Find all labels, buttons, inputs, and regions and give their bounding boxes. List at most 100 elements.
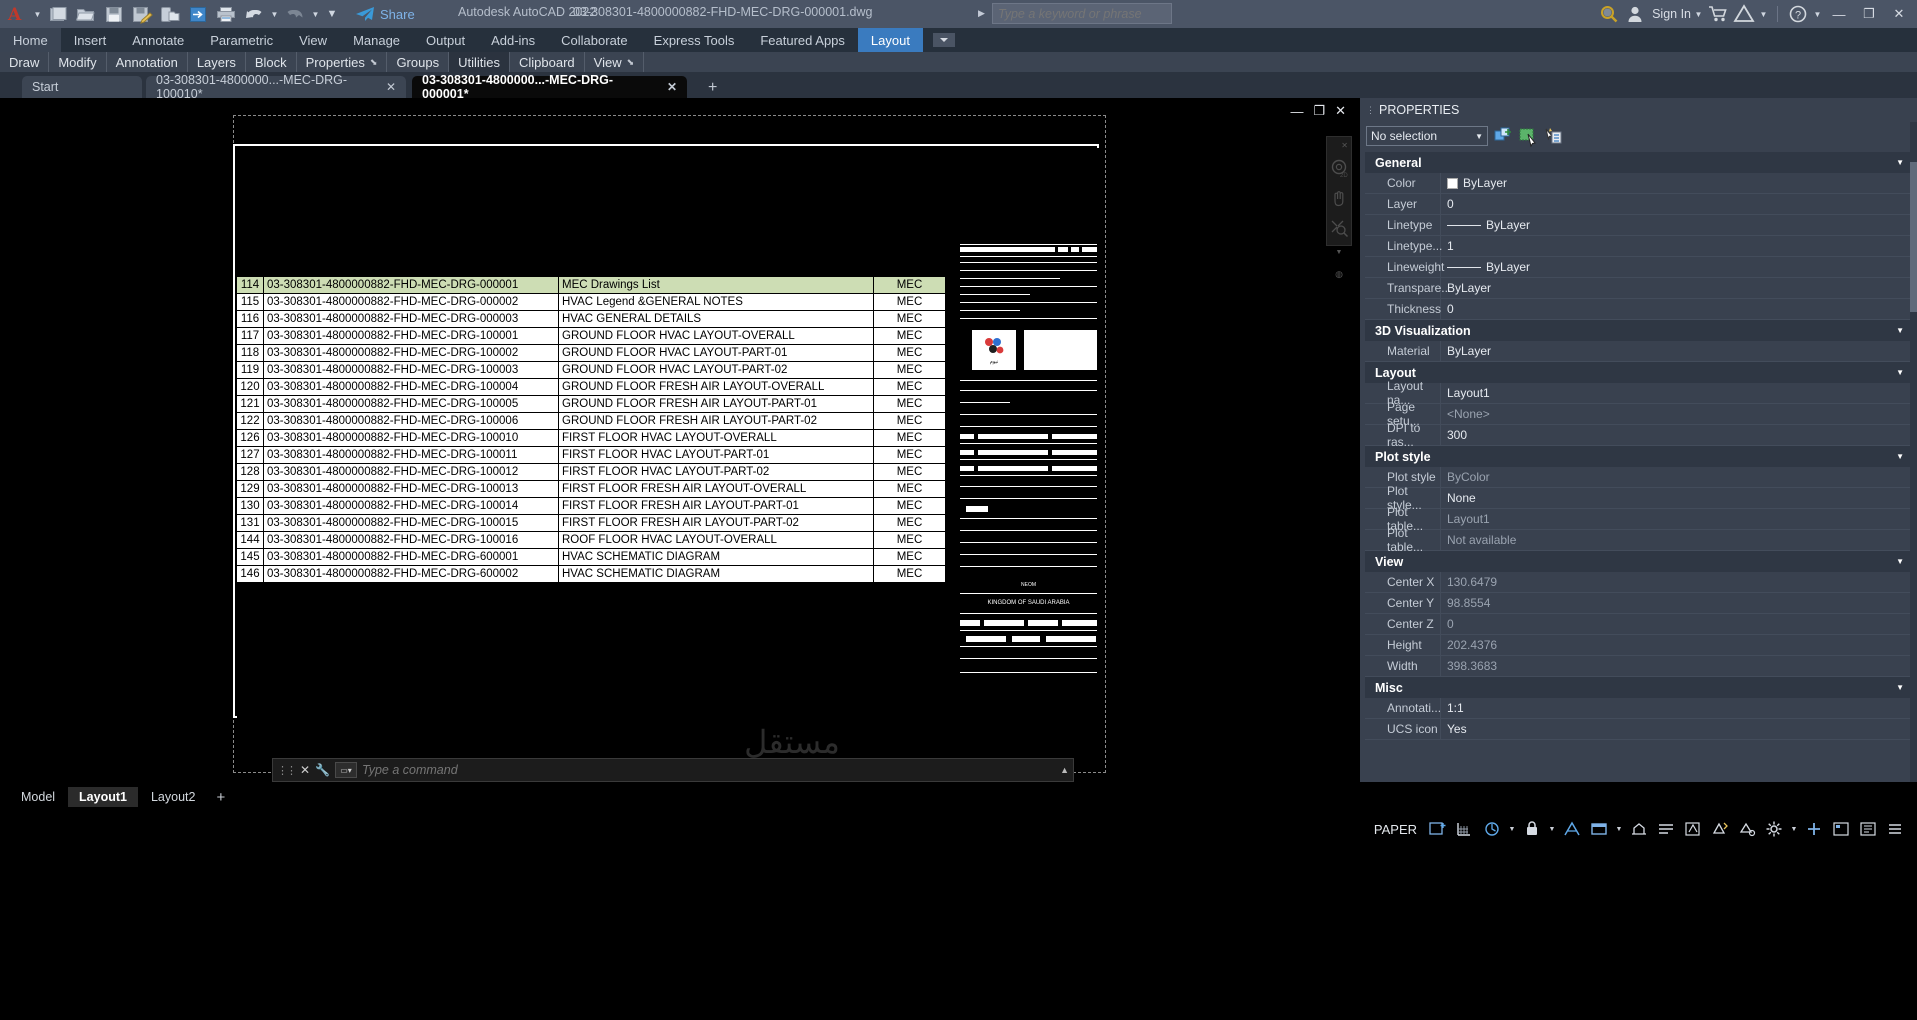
workspace-caret-icon[interactable]: ▼ — [1614, 817, 1624, 841]
settings-caret-icon[interactable]: ▼ — [1789, 817, 1799, 841]
ribbon-tab-collaborate[interactable]: Collaborate — [548, 28, 641, 52]
table-row[interactable]: 116 03-308301-4800000882-FHD-MEC-DRG-0000… — [236, 310, 946, 328]
ribbon-panel-clipboard[interactable]: Clipboard — [510, 52, 585, 72]
table-row[interactable]: 128 03-308301-4800000882-FHD-MEC-DRG-1000… — [236, 463, 946, 481]
table-row[interactable]: 130 03-308301-4800000882-FHD-MEC-DRG-1000… — [236, 497, 946, 515]
property-row[interactable]: Lineweight ByLayer — [1365, 257, 1912, 278]
ribbon-tab-layout[interactable]: Layout — [857, 28, 923, 52]
chevron-down-icon[interactable]: ▼ — [1896, 452, 1904, 461]
property-row[interactable]: Center X 130.6479 — [1365, 572, 1912, 593]
isolate-objects-icon[interactable] — [1654, 817, 1678, 841]
properties-group-view[interactable]: View ▼ — [1365, 551, 1912, 572]
chevron-down-icon[interactable] — [932, 33, 955, 47]
ribbon-panel-annotation[interactable]: Annotation — [107, 52, 188, 72]
select-objects-icon[interactable] — [1518, 126, 1538, 148]
ribbon-tab-view[interactable]: View — [286, 28, 340, 52]
autodesk-app-caret-icon[interactable]: ▼ — [1758, 2, 1769, 26]
close-button[interactable]: ✕ — [1885, 0, 1913, 28]
property-row[interactable]: Center Z 0 — [1365, 614, 1912, 635]
table-row[interactable]: 117 03-308301-4800000882-FHD-MEC-DRG-1000… — [236, 327, 946, 345]
workspace-icon[interactable] — [1587, 817, 1611, 841]
help-search-input[interactable] — [993, 4, 1171, 23]
property-value-cell[interactable]: ByLayer — [1441, 341, 1912, 361]
save-to-web-icon[interactable] — [157, 2, 183, 26]
file-tab-0[interactable]: Start — [22, 76, 142, 98]
units-icon[interactable] — [1735, 817, 1759, 841]
command-line-settings-icon[interactable]: 🔧 — [315, 763, 330, 777]
property-row[interactable]: Plot table... Not available — [1365, 526, 1912, 554]
drawing-close-button[interactable]: ✕ — [1335, 103, 1346, 119]
search-icon[interactable] — [1597, 2, 1621, 26]
command-line[interactable]: ⋮⋮ ✕ 🔧 ▭▾ ▲ — [272, 758, 1074, 782]
layout-tab-layout2[interactable]: Layout2 — [140, 787, 206, 807]
table-row[interactable]: 146 03-308301-4800000882-FHD-MEC-DRG-6000… — [236, 565, 946, 583]
property-row[interactable]: Linetype... 1 — [1365, 236, 1912, 257]
plot-icon[interactable] — [213, 2, 239, 26]
steering-wheel-icon[interactable]: 2D — [1330, 159, 1348, 180]
command-line-grip[interactable]: ⋮⋮ — [277, 764, 297, 777]
property-value-cell[interactable]: ByColor — [1441, 467, 1912, 487]
property-row[interactable]: Layout na... Layout1 — [1365, 379, 1912, 407]
property-value-cell[interactable]: 0 — [1441, 614, 1912, 634]
property-value-cell[interactable]: ByLayer — [1441, 278, 1912, 298]
chevron-down-icon[interactable]: ▼ — [1896, 557, 1904, 566]
property-row[interactable]: Plot style... None — [1365, 484, 1912, 512]
drawing-list-table[interactable]: 114 03-308301-4800000882-FHD-MEC-DRG-0000… — [236, 276, 946, 583]
annotation-visibility-icon[interactable] — [1560, 817, 1584, 841]
command-line-close-icon[interactable]: ✕ — [300, 763, 310, 777]
pan-hand-icon[interactable] — [1330, 189, 1348, 210]
ribbon-tab-manage[interactable]: Manage — [340, 28, 413, 52]
property-value-cell[interactable]: ByLayer — [1441, 173, 1912, 193]
chevron-down-icon[interactable]: ▼ — [1896, 326, 1904, 335]
hardware-accel-icon[interactable] — [1627, 817, 1651, 841]
table-row[interactable]: 122 03-308301-4800000882-FHD-MEC-DRG-1000… — [236, 412, 946, 430]
user-avatar-icon[interactable] — [1623, 2, 1647, 26]
property-value-cell[interactable]: Layout1 — [1441, 383, 1912, 403]
property-row[interactable]: Thickness 0 — [1365, 299, 1912, 320]
property-row[interactable]: Center Y 98.8554 — [1365, 593, 1912, 614]
navbar-more-caret-icon[interactable]: ▼ — [1336, 249, 1343, 256]
clean-screen-icon[interactable] — [1856, 817, 1880, 841]
restore-button[interactable]: ❐ — [1855, 0, 1883, 28]
annotation-scale-icon[interactable] — [1681, 817, 1705, 841]
panel-expand-icon[interactable]: ⬊ — [627, 57, 635, 68]
help-search-box[interactable] — [992, 3, 1172, 24]
table-row[interactable]: 118 03-308301-4800000882-FHD-MEC-DRG-1000… — [236, 344, 946, 362]
ribbon-panel-layers[interactable]: Layers — [188, 52, 246, 72]
command-prompt-icon[interactable]: ▭▾ — [335, 762, 358, 778]
new-file-tab-button[interactable]: + — [708, 79, 717, 97]
property-value-cell[interactable]: 0 — [1441, 299, 1912, 319]
chevron-down-icon[interactable]: ▼ — [1896, 158, 1904, 167]
share-button[interactable]: Share — [349, 2, 421, 26]
property-value-cell[interactable]: None — [1441, 488, 1912, 508]
table-row[interactable]: 119 03-308301-4800000882-FHD-MEC-DRG-1000… — [236, 361, 946, 379]
table-row[interactable]: 120 03-308301-4800000882-FHD-MEC-DRG-1000… — [236, 378, 946, 396]
table-row[interactable]: 129 03-308301-4800000882-FHD-MEC-DRG-1000… — [236, 480, 946, 498]
table-row[interactable]: 145 03-308301-4800000882-FHD-MEC-DRG-6000… — [236, 548, 946, 566]
drawing-minimize-button[interactable]: — — [1290, 104, 1303, 119]
undo-caret-icon[interactable]: ▼ — [269, 2, 280, 26]
property-row[interactable]: Layer 0 — [1365, 194, 1912, 215]
property-value-cell[interactable]: 202.4376 — [1441, 635, 1912, 655]
property-row[interactable]: Color ByLayer — [1365, 173, 1912, 194]
property-value-cell[interactable]: 1 — [1441, 236, 1912, 256]
property-row[interactable]: Height 202.4376 — [1365, 635, 1912, 656]
ribbon-panel-groups[interactable]: Groups — [387, 52, 450, 72]
file-tab-1[interactable]: 03-308301-4800000...-MEC-DRG-100010* ✕ — [146, 73, 406, 101]
file-tab-close-icon[interactable]: ✕ — [667, 80, 677, 94]
property-row[interactable]: UCS icon Yes — [1365, 719, 1912, 740]
grid-display-icon[interactable] — [1453, 817, 1477, 841]
import-icon[interactable] — [185, 2, 211, 26]
ribbon-tab-featured-apps[interactable]: Featured Apps — [747, 28, 858, 52]
help-icon[interactable]: ? — [1786, 2, 1810, 26]
ribbon-tab-express-tools[interactable]: Express Tools — [641, 28, 748, 52]
chevron-down-icon[interactable]: ▼ — [1896, 368, 1904, 377]
ribbon-panel-view[interactable]: View ⬊ — [585, 52, 645, 72]
navigation-bar[interactable]: ✕ 2D ▼ ◍ — [1326, 136, 1352, 279]
property-row[interactable]: Width 398.3683 — [1365, 656, 1912, 677]
property-row[interactable]: Linetype ByLayer — [1365, 215, 1912, 236]
command-history-caret-icon[interactable]: ▲ — [1060, 765, 1069, 775]
properties-group-plot-style[interactable]: Plot style ▼ — [1365, 446, 1912, 467]
table-row[interactable]: 127 03-308301-4800000882-FHD-MEC-DRG-1000… — [236, 446, 946, 464]
sign-in-label[interactable]: Sign In — [1652, 7, 1691, 21]
